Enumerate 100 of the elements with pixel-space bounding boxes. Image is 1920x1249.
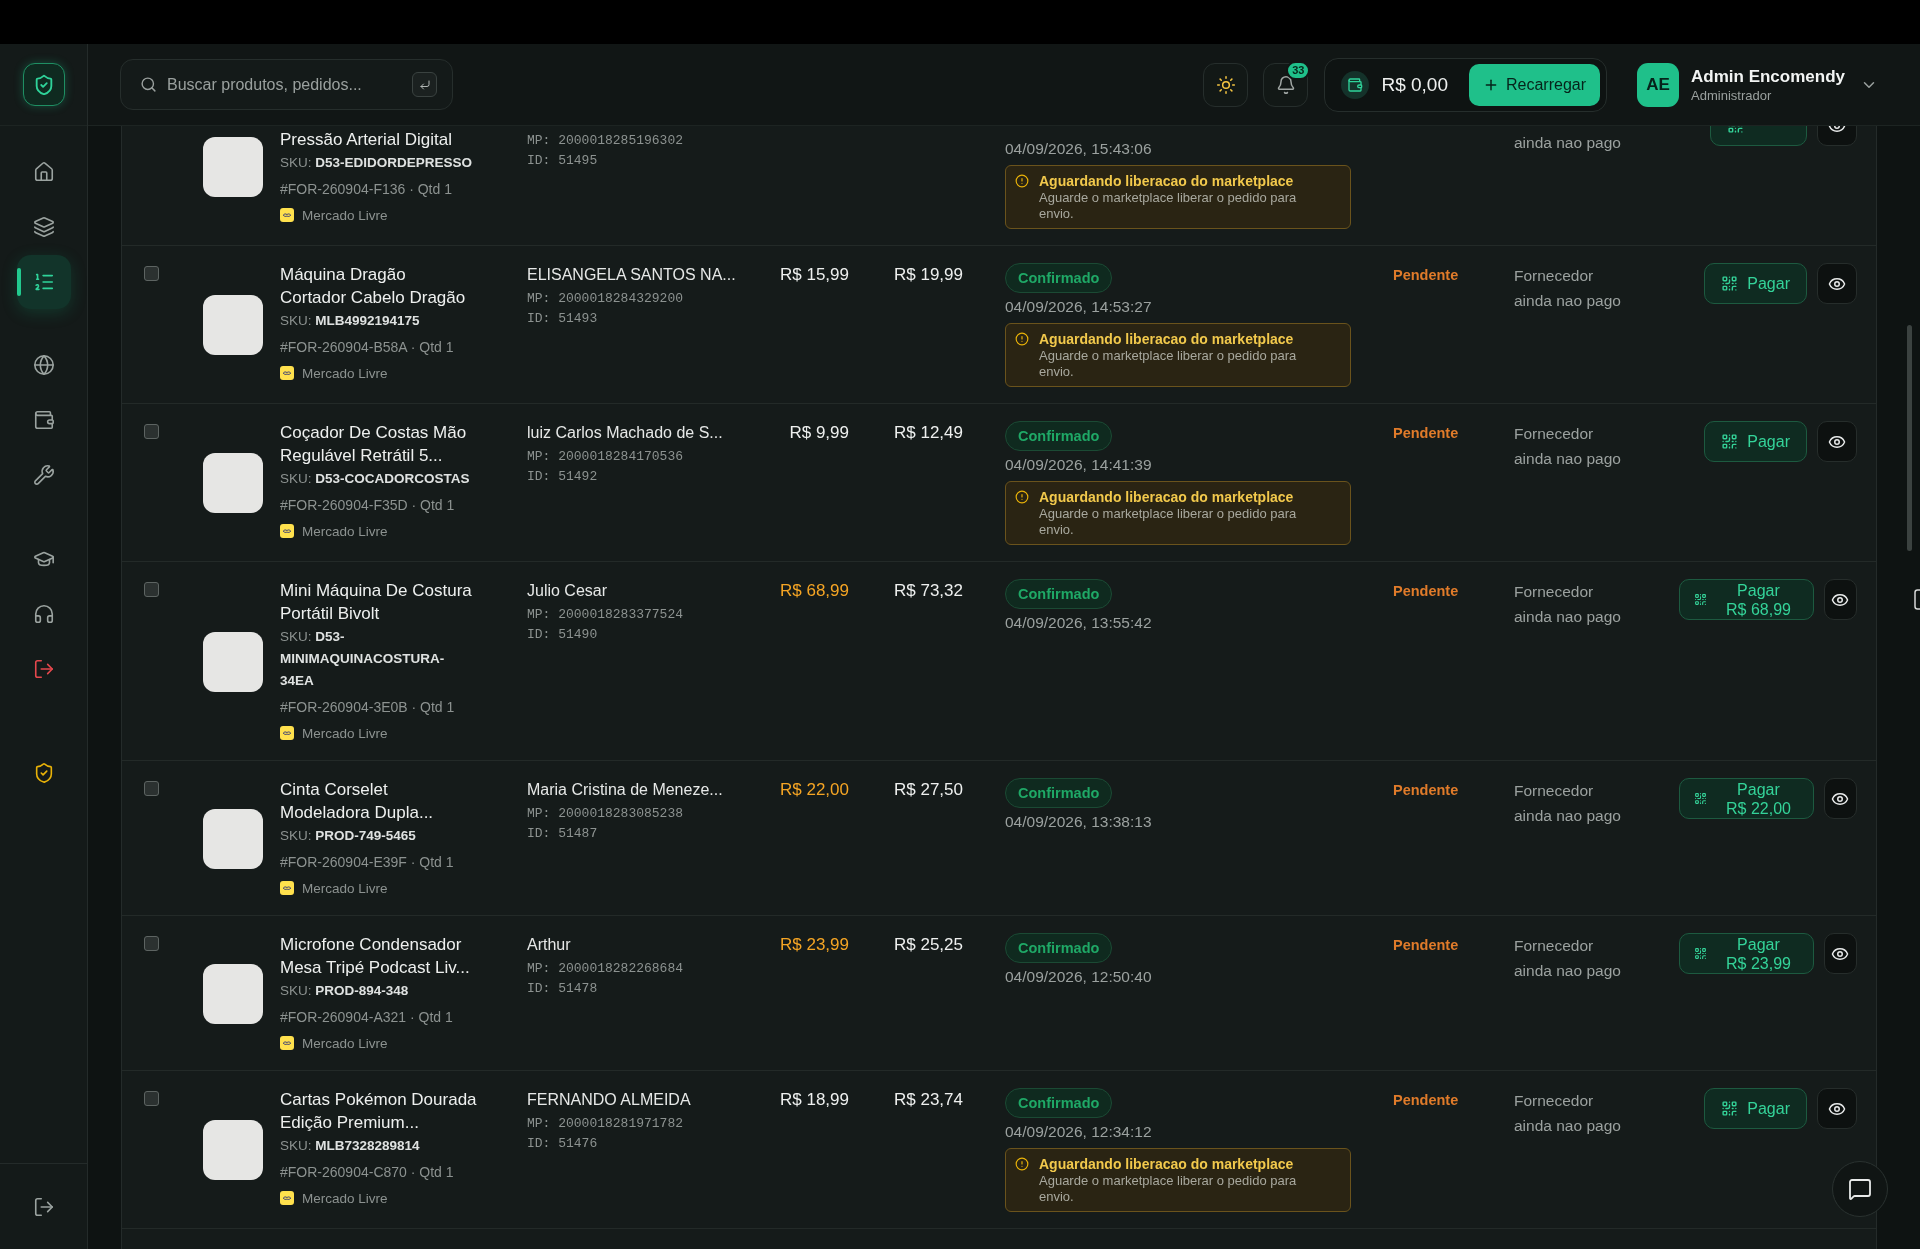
- view-button[interactable]: [1823, 778, 1857, 819]
- shield-logo-icon: [22, 63, 65, 106]
- product-photo-placeholder: [203, 808, 263, 869]
- search-icon: [140, 76, 157, 93]
- payment-status: Pendente: [1393, 424, 1459, 443]
- marketplace-name: Mercado Livre: [302, 523, 388, 539]
- layers-icon: [32, 216, 55, 238]
- supplier-payment-note: Fornecedor ainda nao pago: [1514, 582, 1622, 627]
- product-photo-placeholder: [203, 453, 263, 513]
- row-checkbox[interactable]: [144, 582, 159, 597]
- marketplace-order-number: MP: 2000018281971782: [527, 1115, 684, 1133]
- scrollbar-thumb[interactable]: [1907, 325, 1912, 551]
- sale-price: R$ 15,99: [780, 264, 849, 286]
- payment-status: Pendente: [1393, 1091, 1459, 1110]
- cost-price: R$ 23,74: [894, 1089, 963, 1111]
- product-sku: SKU: D53-MINIMAQUINACOSTURA-34EA: [280, 628, 446, 690]
- status-badge: Confirmado: [1005, 933, 1113, 963]
- payment-status: Pendente: [1393, 781, 1459, 800]
- view-button[interactable]: [1823, 579, 1857, 620]
- qr-code-icon: [1721, 1100, 1739, 1117]
- sale-price: R$ 68,99: [780, 580, 849, 602]
- cost-price: R$ 27,50: [894, 779, 963, 801]
- handshake-icon: [280, 1191, 294, 1205]
- user-avatar[interactable]: AE: [1637, 62, 1680, 107]
- order-id: ID: 51487: [527, 824, 598, 843]
- pay-button[interactable]: Pagar: [1704, 1088, 1807, 1129]
- theme-toggle-button[interactable]: [1203, 62, 1249, 107]
- product-title: Máquina Dragão Cortador Cabelo Dragão: [280, 264, 466, 309]
- product-sku: SKU: MLB7328289814: [280, 1137, 420, 1155]
- edge-tab-icon[interactable]: [1914, 589, 1920, 610]
- logout-icon: [32, 658, 55, 680]
- customer-name: Arthur: [527, 935, 571, 955]
- marketplace-order-number: MP: 2000018284170536: [527, 448, 684, 466]
- sidebar-nav-item[interactable]: [16, 255, 71, 309]
- marketplace-name: Mercado Livre: [302, 1035, 388, 1051]
- pay-button[interactable]: Pagar: [1704, 421, 1807, 462]
- product-photo-placeholder: [203, 137, 263, 197]
- warning-text: Aguarde o marketplace liberar o pedido para envio.: [1039, 506, 1298, 538]
- order-code: #FOR-260904-C870 · Qtd 1: [280, 1163, 454, 1182]
- marketplace-order-number: MP: 2000018283085238: [527, 805, 684, 823]
- row-checkbox[interactable]: [144, 1091, 159, 1106]
- pay-button[interactable]: Pagar R$ 68,99: [1679, 579, 1814, 620]
- marketplace-name: Mercado Livre: [302, 1190, 388, 1206]
- view-button[interactable]: [1823, 933, 1857, 974]
- order-id: ID: 51492: [527, 467, 598, 486]
- order-code: #FOR-260904-E39F · Qtd 1: [280, 853, 454, 872]
- marketplace-order-number: MP: 2000018284329200: [527, 290, 684, 308]
- order-code: #FOR-260904-A321 · Qtd 1: [280, 1008, 453, 1027]
- marketplace-name: Mercado Livre: [302, 880, 388, 896]
- customer-name: Julio Cesar: [527, 581, 608, 601]
- status-badge: Confirmado: [1005, 421, 1113, 451]
- product-title: Cartas Pokémon Dourada Edição Premium...: [280, 1089, 477, 1134]
- search-field[interactable]: Buscar produtos, pedidos...: [120, 59, 453, 110]
- order-id: ID: 51478: [527, 979, 598, 998]
- alert-circle-icon: [1015, 332, 1029, 346]
- row-checkbox[interactable]: [144, 266, 159, 281]
- wallet-icon: [1341, 70, 1370, 99]
- cost-price: R$ 25,25: [894, 934, 963, 956]
- product-sku: SKU: PROD-749-5465: [280, 827, 416, 845]
- marketplace-name: Mercado Livre: [302, 207, 388, 223]
- view-button[interactable]: [1817, 421, 1857, 462]
- order-date: 04/09/2026, 14:53:27: [1005, 297, 1152, 317]
- view-button[interactable]: [1817, 263, 1857, 304]
- warning-text: Aguarde o marketplace liberar o pedido para envio.: [1039, 1173, 1298, 1205]
- supplier-payment-note: Fornecedor ainda nao pago: [1514, 266, 1622, 311]
- warning-title: Aguardando liberacao do marketplace: [1039, 1155, 1294, 1173]
- sale-price: R$ 22,00: [780, 779, 849, 801]
- house-icon: [32, 161, 55, 183]
- pay-button[interactable]: Pagar: [1704, 263, 1807, 304]
- product-title: Coçador De Costas Mão Regulável Retrátil 5...: [280, 422, 467, 467]
- warning-title: Aguardando liberacao do marketplace: [1039, 330, 1294, 348]
- logout-icon: [32, 1195, 55, 1218]
- handshake-icon: [280, 881, 294, 895]
- order-date: 04/09/2026, 12:50:40: [1005, 967, 1152, 987]
- order-code: #FOR-260904-B58A · Qtd 1: [280, 338, 454, 357]
- product-title: Pressão Arterial Digital: [280, 129, 452, 151]
- row-checkbox[interactable]: [144, 781, 159, 796]
- qr-code-icon: [1694, 792, 1707, 805]
- product-sku: SKU: PROD-894-348: [280, 982, 409, 1000]
- order-code: #FOR-260904-F35D · Qtd 1: [280, 496, 455, 515]
- product-photo-placeholder: [203, 963, 263, 1024]
- wrench-icon: [32, 464, 55, 486]
- product-sku: SKU: D53-EDIDORDEPRESSO: [280, 154, 473, 172]
- notifications-button[interactable]: 33: [1263, 62, 1309, 107]
- row-checkbox[interactable]: [144, 424, 159, 439]
- pay-button[interactable]: Pagar R$ 22,00: [1679, 778, 1814, 819]
- pay-button[interactable]: Pagar R$ 23,99: [1679, 933, 1814, 974]
- product-photo-placeholder: [203, 295, 263, 355]
- customer-name: FERNANDO ALMEIDA: [527, 1090, 691, 1110]
- status-badge: Confirmado: [1005, 1088, 1113, 1118]
- view-button[interactable]: [1817, 1088, 1857, 1129]
- notification-count: 33: [1286, 60, 1311, 80]
- order-date: 04/09/2026, 15:43:06: [1005, 139, 1152, 159]
- product-title: Cinta Corselet Modeladora Dupla...: [280, 779, 434, 824]
- supplier-payment-note: Fornecedor ainda nao pago: [1514, 781, 1622, 826]
- recharge-button[interactable]: Recarregar: [1469, 63, 1601, 106]
- numbered-list-icon: [32, 271, 55, 293]
- row-checkbox[interactable]: [144, 936, 159, 951]
- warning-text: Aguarde o marketplace liberar o pedido para envio.: [1039, 190, 1298, 222]
- order-id: ID: 51493: [527, 309, 598, 328]
